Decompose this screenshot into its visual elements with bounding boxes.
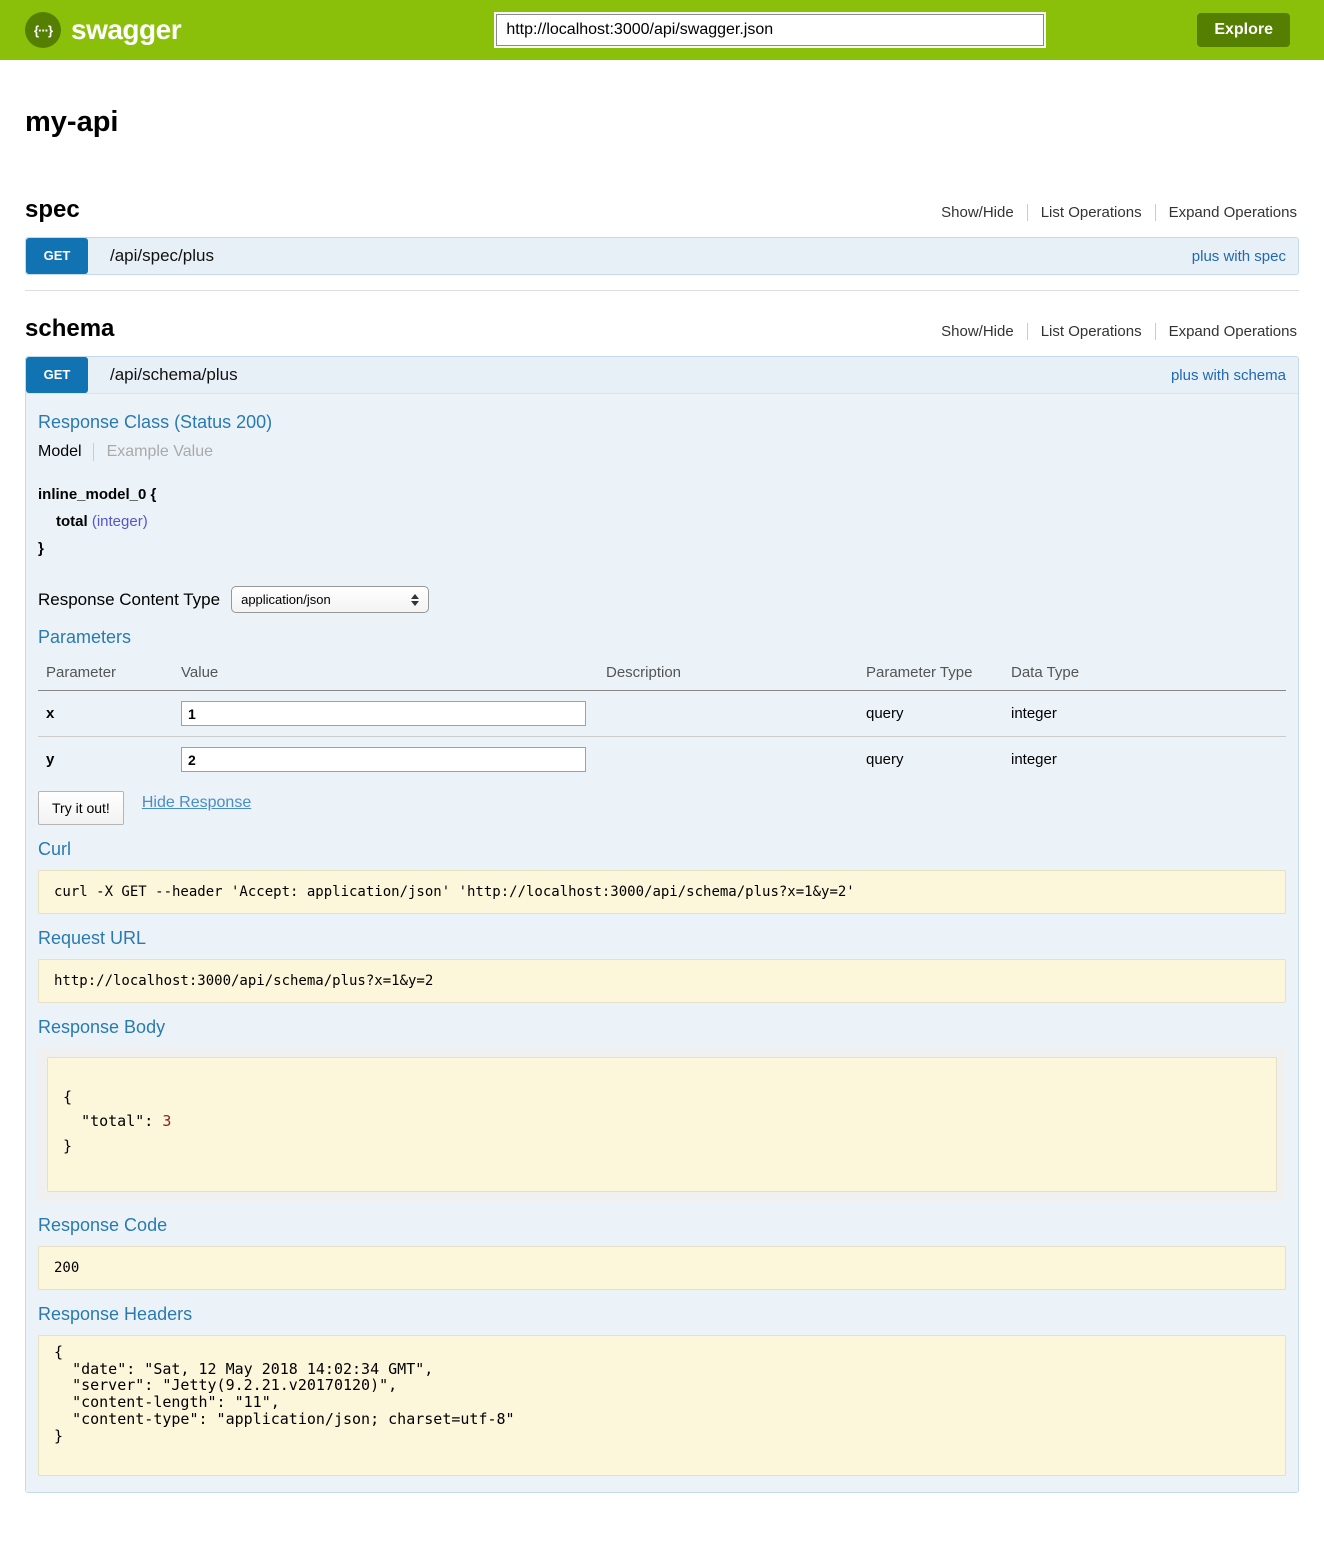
param-name: y bbox=[38, 737, 173, 783]
model-prop-type: (integer) bbox=[92, 513, 148, 530]
response-headers-heading: Response Headers bbox=[38, 1304, 1286, 1325]
tab-model[interactable]: Model bbox=[38, 443, 93, 461]
operation-content: Response Class (Status 200) Model Exampl… bbox=[26, 393, 1298, 1492]
response-content-type-value: application/json bbox=[241, 592, 331, 607]
response-content-type-row: Response Content Type application/json bbox=[38, 586, 1286, 613]
swagger-brand[interactable]: {···} swagger bbox=[25, 12, 181, 48]
select-arrows-icon bbox=[411, 594, 419, 606]
request-url-value: http://localhost:3000/api/schema/plus?x=… bbox=[38, 959, 1286, 1003]
response-headers-json: { "date": "Sat, 12 May 2018 14:02:34 GMT… bbox=[38, 1335, 1286, 1476]
operation-summary-link[interactable]: plus with schema bbox=[1171, 367, 1286, 384]
operation-path-link[interactable]: /api/spec/plus bbox=[110, 246, 214, 266]
explore-button[interactable]: Explore bbox=[1197, 13, 1290, 47]
http-method-badge[interactable]: GET bbox=[26, 357, 88, 393]
response-code-value: 200 bbox=[38, 1246, 1286, 1290]
main-content: my-api spec Show/Hide List Operations Ex… bbox=[0, 106, 1324, 1523]
param-name: x bbox=[38, 691, 173, 737]
request-url-heading: Request URL bbox=[38, 928, 1286, 949]
show-hide-link[interactable]: Show/Hide bbox=[928, 204, 1027, 221]
operation-path-link[interactable]: /api/schema/plus bbox=[110, 365, 238, 385]
header-bar: {···} swagger Explore bbox=[0, 0, 1324, 60]
list-operations-link[interactable]: List Operations bbox=[1027, 204, 1155, 221]
parameters-heading: Parameters bbox=[38, 627, 1286, 648]
http-method-badge[interactable]: GET bbox=[26, 238, 88, 274]
parameters-table: Parameter Value Description Parameter Ty… bbox=[38, 658, 1286, 782]
resource-options-spec: Show/Hide List Operations Expand Operati… bbox=[928, 204, 1299, 221]
data-type-cell: integer bbox=[1003, 691, 1286, 737]
spec-url-input[interactable] bbox=[496, 14, 1044, 46]
col-data-type: Data Type bbox=[1003, 658, 1286, 691]
brand-name: swagger bbox=[71, 14, 181, 46]
curl-command: curl -X GET --header 'Accept: applicatio… bbox=[38, 870, 1286, 914]
parameter-row-y: y query integer bbox=[38, 737, 1286, 783]
tab-example-value[interactable]: Example Value bbox=[93, 443, 213, 461]
param-type-cell: query bbox=[858, 691, 1003, 737]
operation-summary-link[interactable]: plus with spec bbox=[1192, 248, 1286, 265]
expand-operations-link[interactable]: Expand Operations bbox=[1155, 204, 1299, 221]
param-type-cell: query bbox=[858, 737, 1003, 783]
swagger-logo-icon: {···} bbox=[25, 12, 61, 48]
operation-spec-plus: GET /api/spec/plus plus with spec bbox=[25, 237, 1299, 275]
param-y-input[interactable] bbox=[181, 747, 586, 772]
param-description-cell bbox=[598, 737, 858, 783]
param-description-cell bbox=[598, 691, 858, 737]
parameter-row-x: x query integer bbox=[38, 691, 1286, 737]
operation-heading-spec[interactable]: GET /api/spec/plus plus with spec bbox=[26, 238, 1298, 274]
resource-header-spec: spec Show/Hide List Operations Expand Op… bbox=[25, 196, 1299, 224]
show-hide-link[interactable]: Show/Hide bbox=[928, 323, 1027, 340]
resource-header-schema: schema Show/Hide List Operations Expand … bbox=[25, 315, 1299, 343]
expand-operations-link[interactable]: Expand Operations bbox=[1155, 323, 1299, 340]
response-class-heading: Response Class (Status 200) bbox=[38, 412, 1286, 433]
model-signature: inline_model_0 { total (integer) } bbox=[38, 481, 1286, 562]
response-body-heading: Response Body bbox=[38, 1017, 1286, 1038]
api-title: my-api bbox=[25, 106, 1299, 139]
resource-name-spec: spec bbox=[25, 196, 80, 224]
response-body-container: { "total": 3 } bbox=[38, 1048, 1286, 1201]
model-signature-close: } bbox=[38, 540, 44, 557]
try-it-out-button[interactable]: Try it out! bbox=[38, 791, 124, 825]
col-value: Value bbox=[173, 658, 598, 691]
resource-name-schema: schema bbox=[25, 315, 114, 343]
resource-options-schema: Show/Hide List Operations Expand Operati… bbox=[928, 323, 1299, 340]
response-body-json: { "total": 3 } bbox=[47, 1057, 1277, 1192]
model-signature-open: inline_model_0 { bbox=[38, 486, 156, 503]
resource-divider bbox=[25, 290, 1299, 291]
data-type-cell: integer bbox=[1003, 737, 1286, 783]
col-description: Description bbox=[598, 658, 858, 691]
response-content-type-label: Response Content Type bbox=[38, 590, 220, 610]
hide-response-link[interactable]: Hide Response bbox=[142, 794, 251, 812]
model-prop-name: total bbox=[56, 513, 88, 530]
col-parameter: Parameter bbox=[38, 658, 173, 691]
actions-row: Try it out! Hide Response bbox=[38, 791, 1286, 825]
list-operations-link[interactable]: List Operations bbox=[1027, 323, 1155, 340]
curl-heading: Curl bbox=[38, 839, 1286, 860]
model-tabs: Model Example Value bbox=[38, 443, 1286, 461]
json-number-value: 3 bbox=[162, 1112, 171, 1130]
col-parameter-type: Parameter Type bbox=[858, 658, 1003, 691]
param-x-input[interactable] bbox=[181, 701, 586, 726]
operation-schema-plus: GET /api/schema/plus plus with schema Re… bbox=[25, 356, 1299, 1493]
operation-heading-schema[interactable]: GET /api/schema/plus plus with schema bbox=[26, 357, 1298, 393]
response-code-heading: Response Code bbox=[38, 1215, 1286, 1236]
parameters-header-row: Parameter Value Description Parameter Ty… bbox=[38, 658, 1286, 691]
response-content-type-select[interactable]: application/json bbox=[231, 586, 429, 613]
